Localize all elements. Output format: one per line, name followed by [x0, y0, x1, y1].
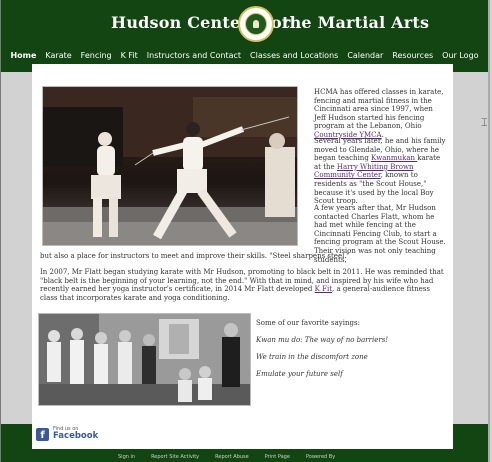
site-header: Hudson Centers for the Martial Arts Home… — [1, 0, 488, 72]
k-fit-link[interactable]: K Fit — [315, 285, 332, 293]
text-cursor-icon: ⌶ — [481, 116, 488, 129]
kwanmukan-link[interactable]: Kwanmukan — [371, 154, 417, 162]
main-nav: Home Karate Fencing K Fit Instructors an… — [1, 49, 488, 63]
facebook-label: Find us on Facebook — [53, 427, 98, 441]
nav-karate[interactable]: Karate — [45, 49, 71, 63]
nav-resources[interactable]: Resources — [392, 49, 433, 63]
nav-instructors-contact[interactable]: Instructors and Contact — [147, 49, 241, 63]
saying-item: Emulate your future self — [256, 370, 343, 378]
nav-classes-locations[interactable]: Classes and Locations — [250, 49, 338, 63]
dojo-crest-icon[interactable] — [238, 6, 274, 42]
fencing-photo-art — [43, 87, 297, 245]
window-frame-right — [488, 0, 490, 462]
group-photo — [38, 313, 251, 406]
flatt-paragraph-continued: but also a place for instructors to meet… — [40, 252, 350, 260]
saying-item: We train in the discomfort zone — [256, 353, 368, 361]
intro-paragraph: HCMA has offered classes in karate, fenc… — [314, 88, 446, 140]
footer-links: Sign in Report Site Activity Report Abus… — [118, 454, 335, 460]
footer-link-report-activity[interactable]: Report Site Activity — [151, 454, 199, 460]
facebook-icon: f — [36, 427, 49, 441]
site-title-right: the Martial Arts — [282, 13, 430, 32]
nav-fencing[interactable]: Fencing — [81, 49, 112, 63]
group-photo-art — [39, 314, 250, 405]
saying-item: Kwan mu do: The way of no barriers! — [256, 336, 389, 344]
footer-link-report-abuse[interactable]: Report Abuse — [215, 454, 249, 460]
footer-link-print-page[interactable]: Print Page — [265, 454, 290, 460]
sayings-title: Some of our favorite sayings: — [256, 319, 360, 327]
nav-k-fit[interactable]: K Fit — [121, 49, 138, 63]
footer-link-powered-by[interactable]: Powered By — [306, 454, 335, 460]
crest-figure — [253, 20, 259, 28]
nav-home[interactable]: Home — [10, 49, 36, 63]
facebook-badge[interactable]: f Find us on Facebook — [36, 424, 98, 444]
footer-link-sign-in[interactable]: Sign in — [118, 454, 135, 460]
fencing-photo — [42, 86, 298, 246]
nav-our-logo[interactable]: Our Logo — [442, 49, 478, 63]
crest-emblem — [245, 13, 267, 35]
facebook-wordmark: Facebook — [53, 431, 99, 442]
history-paragraph: Several years later, he and his family m… — [314, 137, 446, 206]
intro-text: HCMA has offered classes in karate, fenc… — [314, 88, 444, 131]
nav-calendar[interactable]: Calendar — [347, 49, 383, 63]
karate-paragraph: In 2007, Mr Flatt began studying karate … — [40, 268, 448, 302]
